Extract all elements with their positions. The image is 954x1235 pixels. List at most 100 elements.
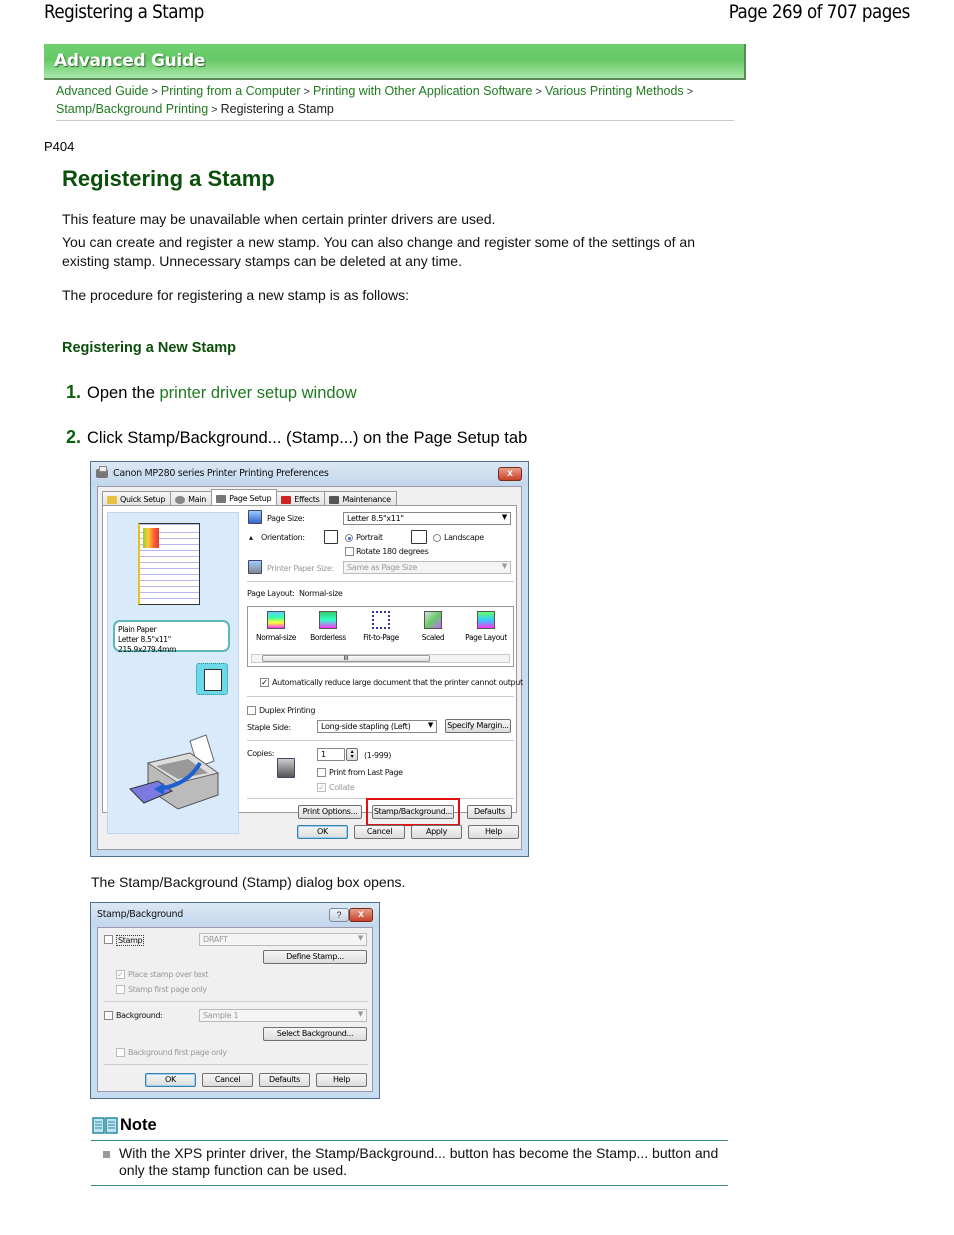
step-2: 2. Click Stamp/Background... (Stamp...) o…: [66, 427, 527, 448]
normal-size-icon: [267, 611, 285, 629]
defaults-button[interactable]: Defaults: [259, 1073, 310, 1087]
layout-fit-to-page[interactable]: Fit-to-Page: [355, 611, 407, 642]
quick-setup-icon: [107, 495, 117, 504]
copies-stack-icon: [277, 758, 295, 778]
close-button[interactable]: x: [349, 908, 373, 922]
page-size-value: Letter 8.5"x11": [347, 514, 404, 523]
breadcrumb-link[interactable]: Advanced Guide: [56, 84, 148, 98]
help-button[interactable]: Help: [316, 1073, 367, 1087]
breadcrumb-link[interactable]: Stamp/Background Printing: [56, 102, 208, 116]
media-info-box: Plain Paper Letter 8.5"x11" 215.9x279.4m…: [113, 620, 230, 654]
duplex-printing-label: Duplex Printing: [259, 706, 316, 715]
rotate-180-label: Rotate 180 degrees: [356, 547, 429, 556]
tab-main[interactable]: Main: [170, 491, 213, 505]
breadcrumb: Advanced Guide > Printing from a Computer >…: [56, 83, 736, 119]
printer-paper-size-select[interactable]: Same as Page Size ▼: [343, 561, 511, 574]
step-number: 1.: [66, 382, 82, 402]
copies-input[interactable]: 1: [317, 748, 345, 761]
apply-button[interactable]: Apply: [411, 825, 462, 839]
duplex-printing-checkbox[interactable]: [247, 706, 256, 715]
dropdown-arrow-icon: ▼: [501, 562, 507, 570]
layout-page-layout[interactable]: Page Layout: [460, 611, 512, 642]
stamp-first-page-label: Stamp first page only: [128, 985, 207, 994]
auto-reduce-checkbox[interactable]: ✓: [260, 678, 269, 687]
cancel-button[interactable]: Cancel: [354, 825, 405, 839]
divider: [104, 1064, 368, 1065]
defaults-button[interactable]: Defaults: [467, 805, 512, 819]
media-type: Plain Paper: [118, 625, 157, 634]
staple-side-value: Long-side stapling (Left): [321, 722, 411, 731]
printing-preferences-dialog: Canon MP280 series Printer Printing Pref…: [90, 461, 529, 857]
tab-effects[interactable]: Effects: [276, 491, 326, 505]
borderless-icon: [319, 611, 337, 629]
background-value: Sample 1: [203, 1011, 239, 1020]
stamp-select[interactable]: DRAFT ▼: [199, 933, 367, 946]
page-size-select[interactable]: Letter 8.5"x11" ▼: [343, 512, 511, 525]
landscape-radio[interactable]: [433, 534, 441, 542]
layout-normal-size[interactable]: Normal-size: [250, 611, 302, 642]
portrait-radio[interactable]: [345, 534, 353, 542]
collate-checkbox[interactable]: ✓: [317, 783, 326, 792]
breadcrumb-current: Registering a Stamp: [220, 102, 334, 116]
layout-label: Scaled: [421, 633, 445, 642]
divider: [247, 740, 514, 741]
ok-button[interactable]: OK: [145, 1073, 196, 1087]
page-layout-value: Normal-size: [299, 589, 343, 598]
main-icon: [175, 495, 186, 504]
layout-scaled[interactable]: Scaled: [407, 611, 459, 642]
page-layout-list: Normal-size Borderless Fit-to-Page Scale…: [247, 606, 514, 667]
cancel-button[interactable]: Cancel: [202, 1073, 253, 1087]
breadcrumb-link[interactable]: Printing from a Computer: [161, 84, 301, 98]
divider: [247, 696, 514, 697]
tab-label: Maintenance: [342, 495, 391, 504]
dropdown-arrow-icon: ▼: [501, 513, 507, 521]
printer-driver-setup-link[interactable]: printer driver setup window: [160, 384, 357, 402]
print-options-button[interactable]: Print Options...: [298, 805, 362, 819]
breadcrumb-link[interactable]: Various Printing Methods: [545, 84, 684, 98]
dropdown-arrow-icon: ▼: [357, 934, 363, 942]
close-button[interactable]: x: [498, 467, 522, 481]
staple-side-select[interactable]: Long-side stapling (Left) ▼: [317, 720, 437, 733]
tab-quick-setup[interactable]: Quick Setup: [102, 491, 172, 505]
collate-label: Collate: [329, 783, 355, 792]
place-stamp-over-text-label: Place stamp over text: [128, 970, 209, 979]
select-background-button[interactable]: Select Background...: [263, 1027, 367, 1041]
breadcrumb-link[interactable]: Printing with Other Application Software: [313, 84, 533, 98]
portrait-label: Portrait: [356, 533, 383, 542]
background-select[interactable]: Sample 1 ▼: [199, 1009, 367, 1022]
rotate-180-checkbox[interactable]: [345, 547, 354, 556]
place-stamp-over-text-checkbox[interactable]: ✓: [116, 970, 125, 979]
note-heading: Note: [92, 1116, 157, 1135]
step-text: Click Stamp/Background... (Stamp...) on …: [87, 429, 528, 447]
tab-maintenance[interactable]: Maintenance: [324, 491, 397, 505]
page-setup-panel: Plain Paper Letter 8.5"x11" 215.9x279.4m…: [102, 505, 523, 834]
specify-margin-button[interactable]: Specify Margin...: [445, 719, 511, 733]
title-bar: Stamp/Background ? x: [91, 903, 379, 927]
dialog-opens-text: The Stamp/Background (Stamp) dialog box …: [91, 874, 406, 890]
scrollbar-thumb[interactable]: III: [262, 655, 430, 662]
copies-spinner[interactable]: ▴ ▾: [346, 748, 358, 761]
stamp-checkbox[interactable]: [104, 935, 113, 944]
fit-to-page-icon: [372, 611, 390, 629]
help-icon-button[interactable]: ?: [329, 908, 349, 922]
media-size: Letter 8.5"x11" 215.9x279.4mm: [118, 635, 177, 654]
layout-scrollbar[interactable]: III: [251, 654, 510, 663]
print-from-last-page-checkbox[interactable]: [317, 768, 326, 777]
background-checkbox[interactable]: [104, 1011, 113, 1020]
layout-borderless[interactable]: Borderless: [302, 611, 354, 642]
step-1: 1. Open the printer driver setup window: [66, 382, 357, 403]
stamp-first-page-checkbox[interactable]: [116, 985, 125, 994]
note-item: With the XPS printer driver, the Stamp/B…: [119, 1145, 719, 1178]
copies-label: Copies:: [247, 749, 275, 758]
tab-page-setup[interactable]: Page Setup: [211, 489, 278, 505]
background-first-page-checkbox[interactable]: [116, 1048, 125, 1057]
highlight-box: [366, 798, 460, 826]
help-button[interactable]: Help: [468, 825, 519, 839]
define-stamp-button[interactable]: Define Stamp...: [263, 950, 367, 964]
dialog-title: Stamp/Background: [97, 909, 183, 920]
landscape-label: Landscape: [444, 533, 484, 542]
intro-paragraph-3: The procedure for registering a new stam…: [62, 287, 410, 303]
ok-button[interactable]: OK: [297, 825, 348, 839]
dropdown-arrow-icon: ▼: [357, 1010, 363, 1018]
document-title: Registering a Stamp: [44, 1, 204, 23]
